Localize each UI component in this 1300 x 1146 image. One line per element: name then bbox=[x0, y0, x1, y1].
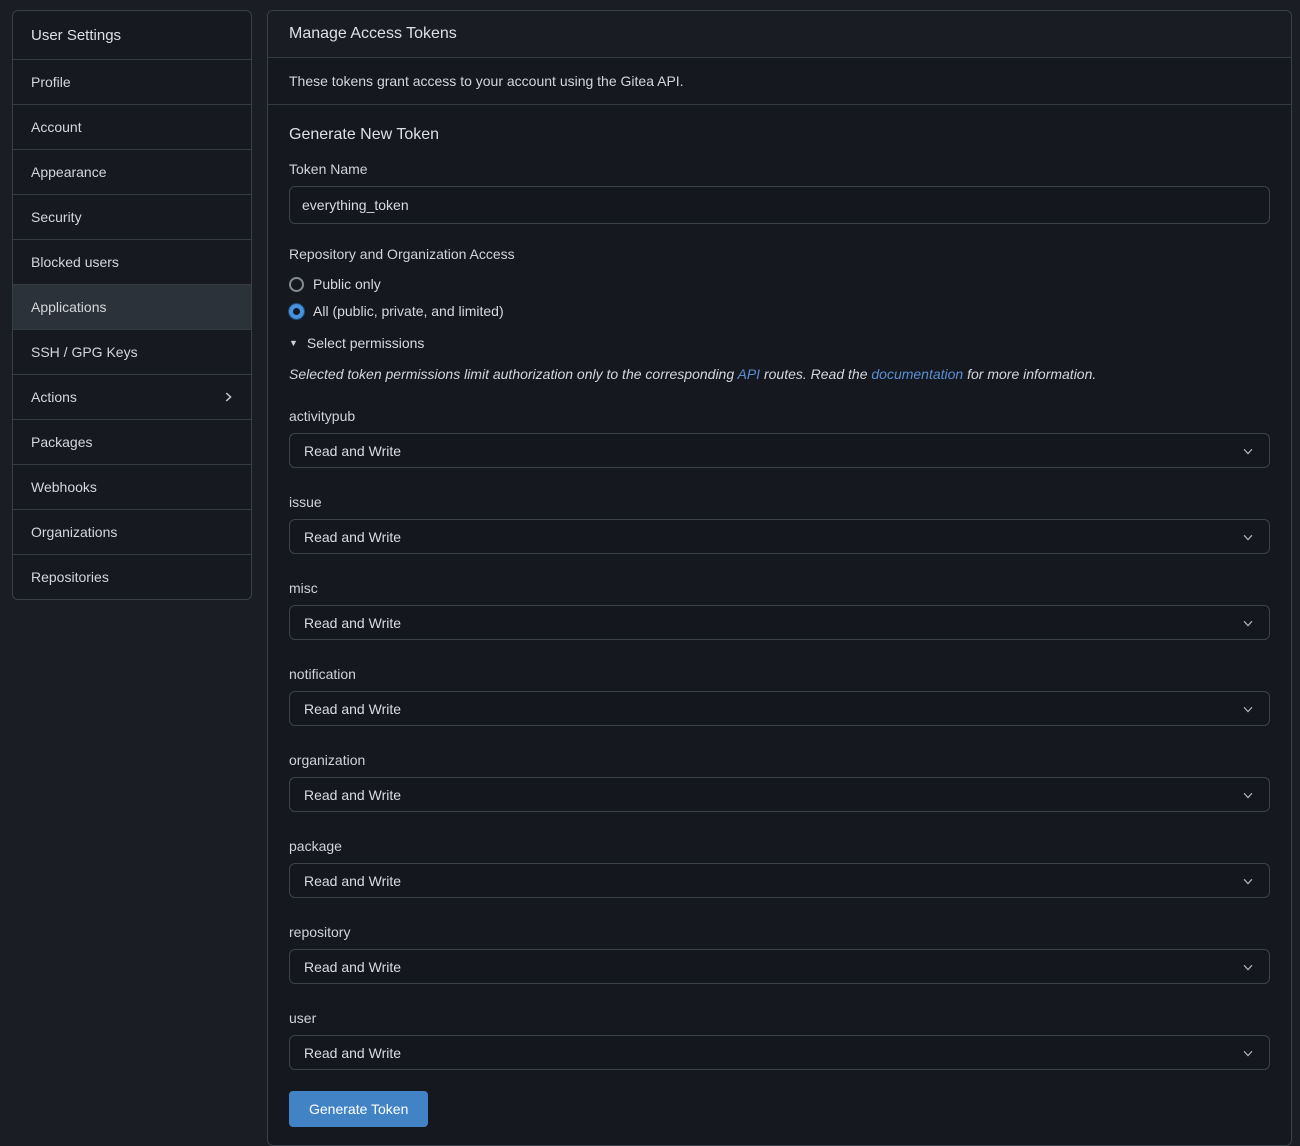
sidebar-item-applications[interactable]: Applications bbox=[13, 284, 251, 329]
generate-new-token-heading: Generate New Token bbox=[289, 126, 1270, 144]
permission-group-package: package Read and Write bbox=[289, 838, 1270, 898]
sidebar-item-label: Profile bbox=[31, 74, 71, 90]
sidebar-item-label: Webhooks bbox=[31, 479, 97, 495]
notice-text: for more information. bbox=[963, 366, 1096, 382]
sidebar-item-blocked-users[interactable]: Blocked users bbox=[13, 239, 251, 284]
panel-header: Manage Access Tokens bbox=[268, 11, 1291, 58]
permission-group-label: activitypub bbox=[289, 408, 1270, 424]
chevron-down-icon bbox=[1241, 530, 1255, 544]
page-layout: User Settings Profile Account Appearance… bbox=[0, 0, 1300, 1146]
sidebar-item-label: Actions bbox=[31, 389, 77, 405]
radio-public-only[interactable]: Public only bbox=[289, 271, 1270, 297]
radio-all-access[interactable]: All (public, private, and limited) bbox=[289, 298, 1270, 324]
access-scope-label: Repository and Organization Access bbox=[289, 246, 1270, 262]
sidebar-item-label: Security bbox=[31, 209, 82, 225]
sidebar-item-label: Account bbox=[31, 119, 82, 135]
sidebar-item-label: Packages bbox=[31, 434, 92, 450]
select-permissions-label: Select permissions bbox=[307, 335, 425, 351]
permission-group-label: package bbox=[289, 838, 1270, 854]
permission-group-label: issue bbox=[289, 494, 1270, 510]
api-link[interactable]: API bbox=[738, 366, 761, 382]
chevron-down-icon bbox=[1241, 702, 1255, 716]
activitypub-permission-select[interactable]: Read and Write bbox=[289, 433, 1270, 468]
sidebar-item-label: Blocked users bbox=[31, 254, 119, 270]
radio-label: Public only bbox=[313, 276, 381, 292]
selected-option-label: Read and Write bbox=[304, 529, 401, 545]
issue-permission-select[interactable]: Read and Write bbox=[289, 519, 1270, 554]
sidebar-item-ssh-gpg-keys[interactable]: SSH / GPG Keys bbox=[13, 329, 251, 374]
sidebar-item-label: Repositories bbox=[31, 569, 109, 585]
permission-group-label: misc bbox=[289, 580, 1270, 596]
misc-permission-select[interactable]: Read and Write bbox=[289, 605, 1270, 640]
sidebar-item-organizations[interactable]: Organizations bbox=[13, 509, 251, 554]
permission-group-activitypub: activitypub Read and Write bbox=[289, 408, 1270, 468]
selected-option-label: Read and Write bbox=[304, 615, 401, 631]
sidebar-item-webhooks[interactable]: Webhooks bbox=[13, 464, 251, 509]
selected-option-label: Read and Write bbox=[304, 701, 401, 717]
selected-option-label: Read and Write bbox=[304, 959, 401, 975]
chevron-down-icon bbox=[1241, 874, 1255, 888]
generate-token-form: Generate New Token Token Name Repository… bbox=[268, 105, 1291, 1145]
tokens-description: These tokens grant access to your accoun… bbox=[268, 58, 1291, 105]
sidebar-title: User Settings bbox=[13, 11, 251, 59]
sidebar-item-security[interactable]: Security bbox=[13, 194, 251, 239]
token-name-input[interactable] bbox=[289, 186, 1270, 224]
token-name-label: Token Name bbox=[289, 161, 1270, 177]
chevron-down-icon bbox=[1241, 960, 1255, 974]
user-permission-select[interactable]: Read and Write bbox=[289, 1035, 1270, 1070]
radio-selected-icon bbox=[289, 304, 304, 319]
repository-permission-select[interactable]: Read and Write bbox=[289, 949, 1270, 984]
settings-sidebar: User Settings Profile Account Appearance… bbox=[12, 10, 252, 600]
page-title: Manage Access Tokens bbox=[289, 25, 457, 42]
organization-permission-select[interactable]: Read and Write bbox=[289, 777, 1270, 812]
permission-group-misc: misc Read and Write bbox=[289, 580, 1270, 640]
radio-unselected-icon bbox=[289, 277, 304, 292]
permission-group-organization: organization Read and Write bbox=[289, 752, 1270, 812]
sidebar-item-label: Applications bbox=[31, 299, 107, 315]
caret-down-icon: ▼ bbox=[289, 339, 298, 348]
chevron-down-icon bbox=[1241, 788, 1255, 802]
sidebar-item-label: Appearance bbox=[31, 164, 107, 180]
permission-group-label: notification bbox=[289, 666, 1270, 682]
permission-group-label: repository bbox=[289, 924, 1270, 940]
chevron-down-icon bbox=[1241, 616, 1255, 630]
documentation-link[interactable]: documentation bbox=[871, 366, 963, 382]
permission-group-label: organization bbox=[289, 752, 1270, 768]
notice-text: routes. Read the bbox=[760, 366, 871, 382]
sidebar-item-profile[interactable]: Profile bbox=[13, 59, 251, 104]
notification-permission-select[interactable]: Read and Write bbox=[289, 691, 1270, 726]
radio-label: All (public, private, and limited) bbox=[313, 303, 504, 319]
selected-option-label: Read and Write bbox=[304, 873, 401, 889]
permission-group-label: user bbox=[289, 1010, 1270, 1026]
sidebar-item-label: Organizations bbox=[31, 524, 117, 540]
selected-option-label: Read and Write bbox=[304, 443, 401, 459]
chevron-down-icon bbox=[1241, 1046, 1255, 1060]
sidebar-item-account[interactable]: Account bbox=[13, 104, 251, 149]
manage-tokens-panel: Manage Access Tokens These tokens grant … bbox=[267, 10, 1292, 1146]
permission-group-repository: repository Read and Write bbox=[289, 924, 1270, 984]
notice-text: Selected token permissions limit authori… bbox=[289, 366, 738, 382]
chevron-right-icon bbox=[221, 390, 235, 404]
sidebar-item-appearance[interactable]: Appearance bbox=[13, 149, 251, 194]
sidebar-item-packages[interactable]: Packages bbox=[13, 419, 251, 464]
permission-group-user: user Read and Write bbox=[289, 1010, 1270, 1070]
selected-option-label: Read and Write bbox=[304, 787, 401, 803]
permission-group-notification: notification Read and Write bbox=[289, 666, 1270, 726]
permissions-notice: Selected token permissions limit authori… bbox=[289, 366, 1270, 382]
select-permissions-toggle[interactable]: ▼ Select permissions bbox=[289, 335, 1270, 351]
sidebar-item-label: SSH / GPG Keys bbox=[31, 344, 138, 360]
selected-option-label: Read and Write bbox=[304, 1045, 401, 1061]
permission-group-issue: issue Read and Write bbox=[289, 494, 1270, 554]
generate-token-button[interactable]: Generate Token bbox=[289, 1091, 428, 1127]
package-permission-select[interactable]: Read and Write bbox=[289, 863, 1270, 898]
sidebar-item-actions[interactable]: Actions bbox=[13, 374, 251, 419]
sidebar-item-repositories[interactable]: Repositories bbox=[13, 554, 251, 599]
chevron-down-icon bbox=[1241, 444, 1255, 458]
